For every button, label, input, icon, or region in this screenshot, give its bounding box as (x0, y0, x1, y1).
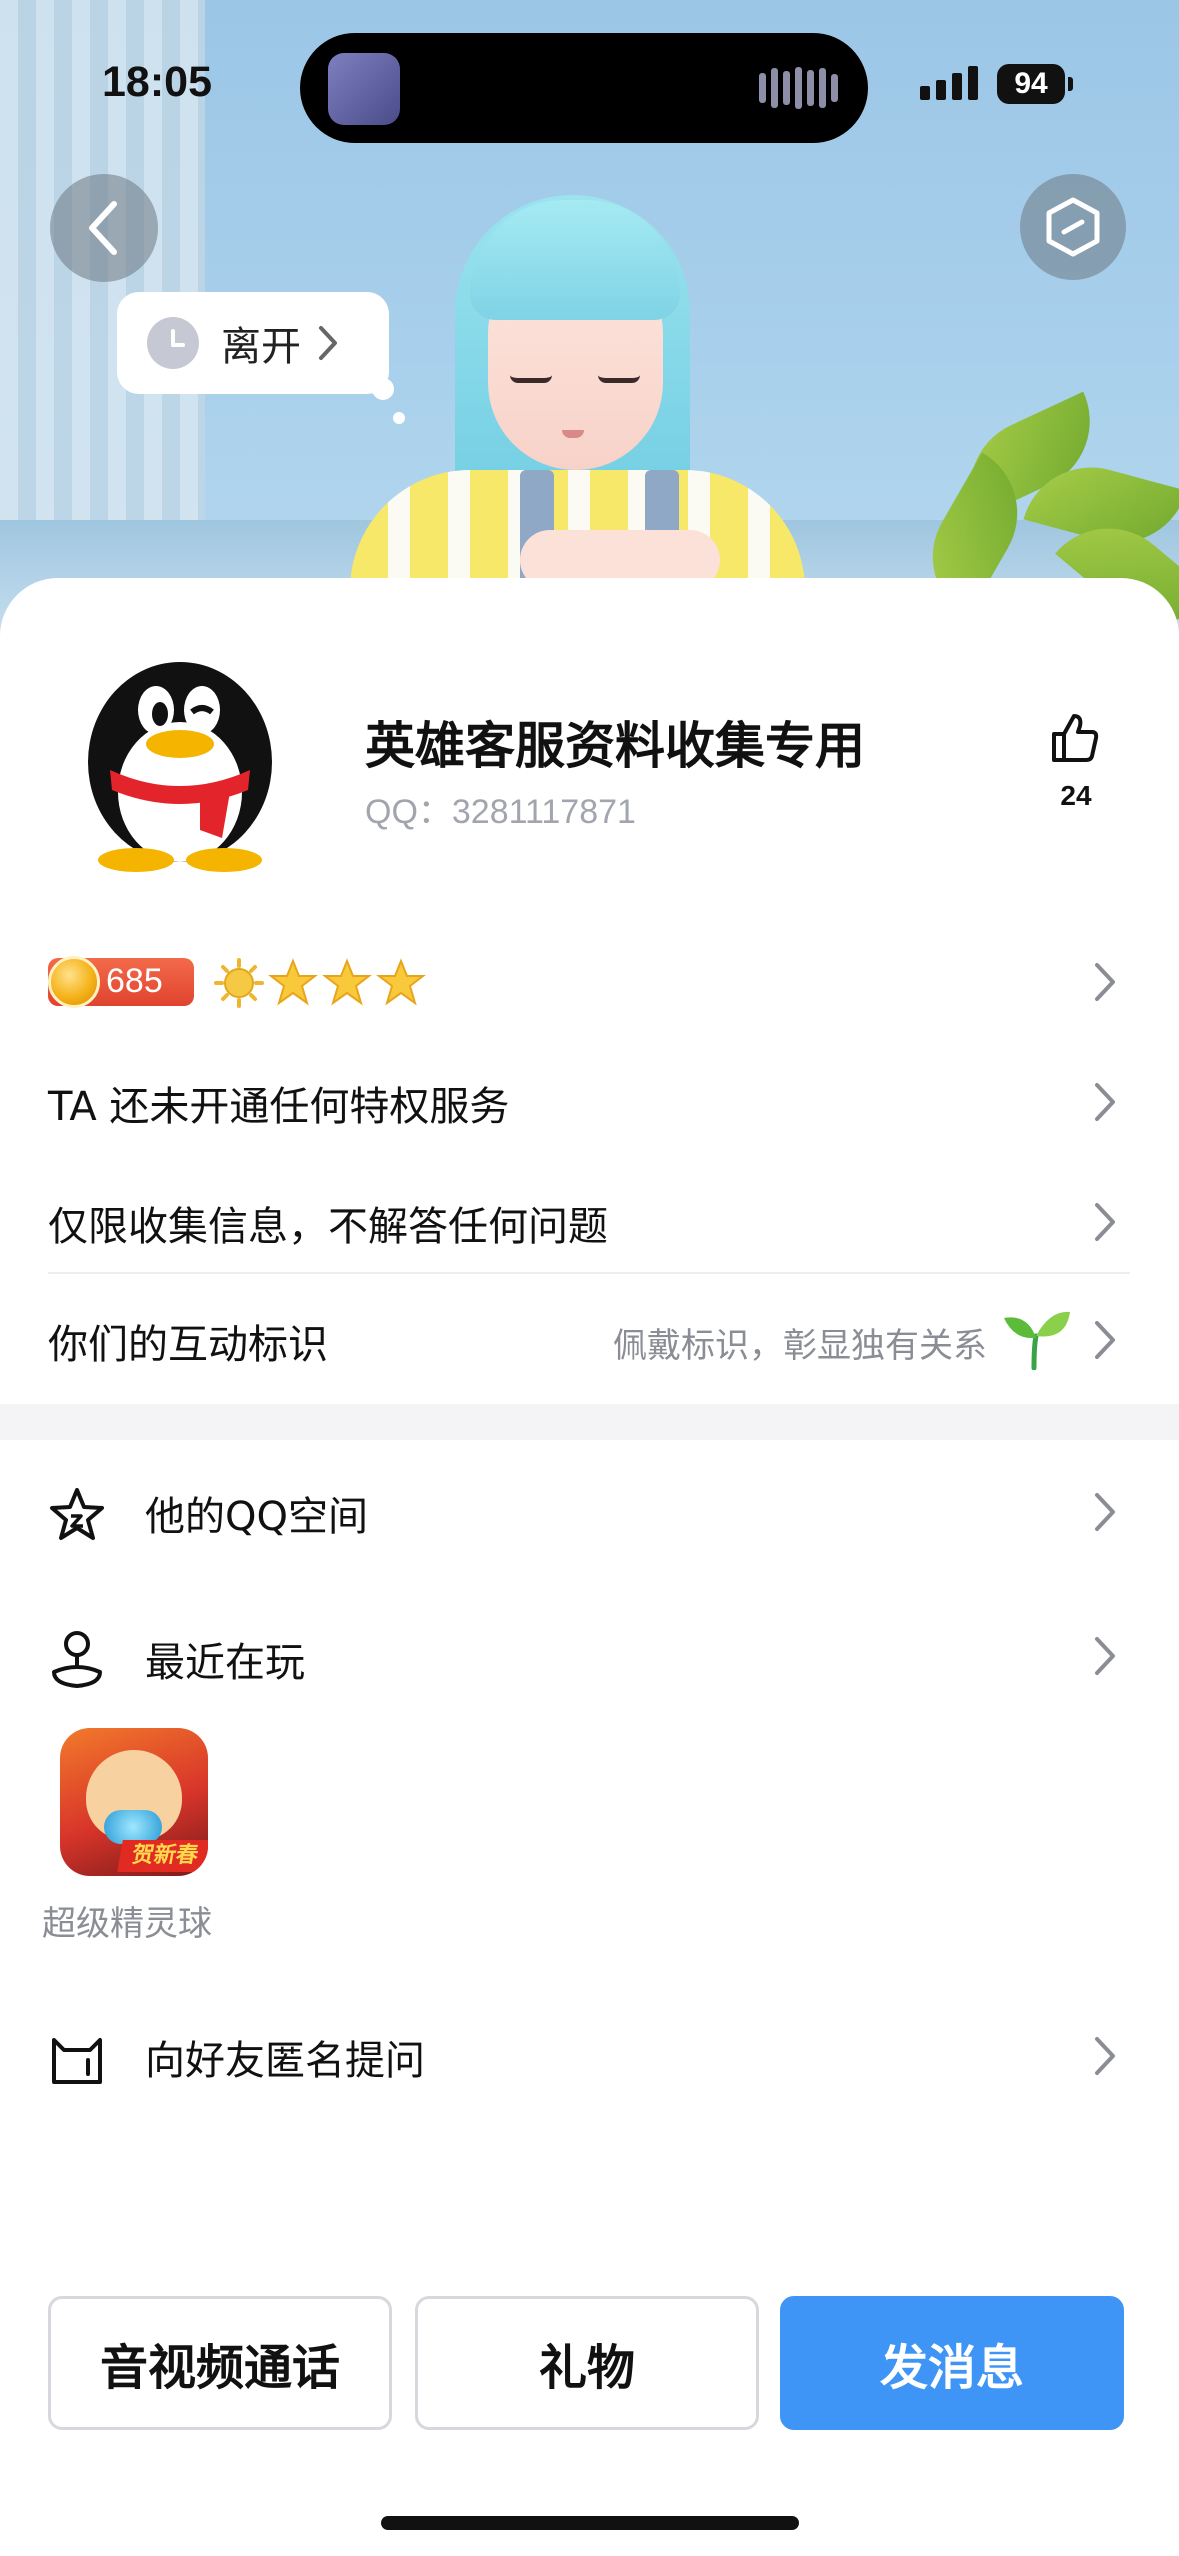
back-button[interactable] (50, 174, 158, 282)
recent-play-row[interactable]: 最近在玩 (0, 1618, 1179, 1698)
chevron-right-icon (319, 326, 337, 360)
section-separator (0, 1404, 1179, 1440)
coin-value: 685 (106, 962, 163, 1000)
game-icon[interactable]: 贺新春 (60, 1728, 208, 1876)
hexagon-settings-icon (1046, 197, 1100, 257)
call-button[interactable]: 音视频通话 (48, 2296, 392, 2430)
audio-wave-icon (759, 67, 838, 109)
avatar-figure-eye (510, 375, 552, 383)
avatar-figure-eye (598, 375, 640, 383)
chevron-right-icon (1095, 1203, 1115, 1241)
status-bubble[interactable]: 离开 (117, 292, 389, 394)
chevron-right-icon[interactable] (1092, 960, 1118, 1004)
game-name[interactable]: 超级精灵球 (42, 1896, 212, 1945)
star-icon (322, 958, 372, 1006)
bubble-tail-dot (372, 378, 394, 400)
star-icon (268, 958, 318, 1006)
bubble-tail-dot (393, 412, 405, 424)
battery-icon: 94 (997, 64, 1073, 104)
clock-icon (147, 317, 199, 369)
signal-icon (920, 66, 978, 100)
chevron-right-icon (1095, 1493, 1115, 1531)
dynamic-island[interactable] (300, 33, 868, 143)
status-label: 离开 (221, 324, 301, 370)
row-divider (48, 1272, 1130, 1274)
signature-label: 仅限收集信息，不解答任何问题 (48, 1204, 608, 1250)
coin-badge[interactable]: 685 (48, 956, 194, 1008)
qq-penguin-icon[interactable] (80, 642, 280, 872)
joystick-icon (52, 1631, 102, 1688)
profile-name: 英雄客服资料收集专用 (365, 717, 865, 775)
game-badge: 贺新春 (117, 1840, 208, 1872)
home-indicator[interactable] (381, 2516, 799, 2530)
chevron-left-icon (89, 201, 117, 255)
privilege-row[interactable]: TA 还未开通任何特权服务 (0, 1064, 1179, 1144)
chevron-right-icon (1095, 2037, 1115, 2075)
status-time: 18:05 (102, 58, 212, 106)
gift-button[interactable]: 礼物 (415, 2296, 759, 2430)
sun-icon (214, 958, 264, 1008)
thumbs-up-icon[interactable] (1050, 712, 1100, 764)
qq-number: QQ：3281117871 (365, 793, 636, 831)
game-art-ball (104, 1810, 162, 1844)
chevron-right-icon (1095, 1083, 1115, 1121)
chevron-right-icon (1095, 1637, 1115, 1675)
anonymous-question-row[interactable]: 向好友匿名提问 (0, 2018, 1179, 2098)
star-icon (376, 958, 426, 1006)
qzone-label: 他的QQ空间 (145, 1494, 368, 1540)
like-count: 24 (1060, 780, 1092, 811)
coin-icon (48, 956, 100, 1008)
send-message-button[interactable]: 发消息 (780, 2296, 1124, 2430)
anonymous-question-label: 向好友匿名提问 (145, 2038, 425, 2084)
privilege-label: TA 还未开通任何特权服务 (48, 1084, 510, 1130)
profile-card (0, 578, 1179, 2556)
interaction-mark-hint: 佩戴标识，彰显独有关系 (613, 1326, 987, 1366)
chevron-right-icon (1095, 1321, 1115, 1359)
interaction-mark-row[interactable]: 你们的互动标识 佩戴标识，彰显独有关系 (0, 1302, 1179, 1382)
interaction-mark-label: 你们的互动标识 (48, 1322, 328, 1368)
cat-box-icon (52, 2038, 102, 2084)
star-outline-icon (50, 1488, 104, 1540)
signature-row[interactable]: 仅限收集信息，不解答任何问题 (0, 1184, 1179, 1264)
recent-play-label: 最近在玩 (145, 1640, 305, 1686)
sprout-icon (1004, 1311, 1070, 1370)
settings-button[interactable] (1020, 174, 1126, 280)
now-playing-thumbnail (328, 53, 400, 125)
qzone-row[interactable]: 他的QQ空间 (0, 1474, 1179, 1554)
